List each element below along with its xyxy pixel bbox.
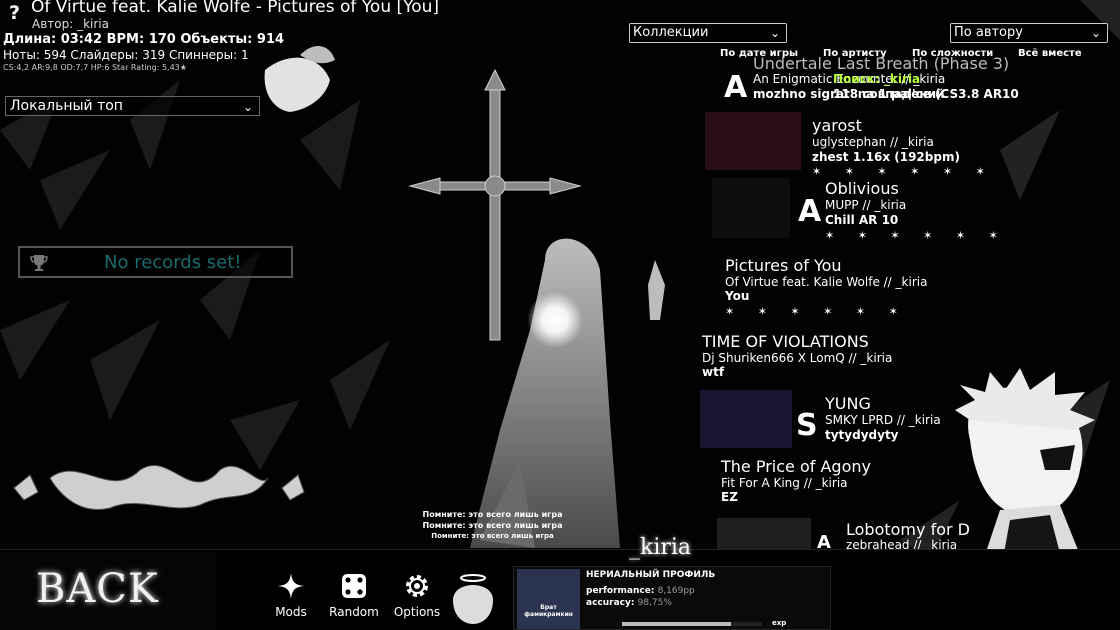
exp-label: exp bbox=[772, 619, 787, 627]
grade-badge: A bbox=[798, 194, 822, 229]
song-stats-length: Длина: 03:42 BPM: 170 Объекты: 914 bbox=[3, 32, 285, 47]
leaderboard-type-value: Локальный топ bbox=[10, 98, 123, 114]
no-records-text: No records set! bbox=[104, 252, 242, 273]
random-label: Random bbox=[329, 605, 379, 619]
reminder-text: Помните: это всего лишь игра bbox=[422, 521, 563, 530]
song-title: Of Virtue feat. Kalie Wolfe - Pictures o… bbox=[31, 0, 440, 17]
reminder-text: Помните: это всего лишь игра bbox=[431, 532, 554, 540]
song-item-title: Oblivious bbox=[825, 179, 899, 198]
song-stats-difficulty: CS:4,2 AR:9,8 OD:7,7 HP:6 Star Rating: 5… bbox=[3, 63, 187, 72]
help-icon[interactable]: ? bbox=[9, 2, 20, 24]
accuracy-label: accuracy: bbox=[586, 598, 635, 608]
song-list-item[interactable]: S YUNG SMKY LPRD // _kiria tytydydyty bbox=[700, 390, 1120, 452]
mods-label: Mods bbox=[275, 605, 307, 619]
collections-dropdown[interactable]: Коллекции ⌄ bbox=[629, 23, 787, 43]
mods-button[interactable]: Mods bbox=[261, 572, 321, 619]
song-item-title: Pictures of You bbox=[725, 256, 842, 275]
back-button-label[interactable]: BACK bbox=[36, 566, 159, 612]
song-list-item[interactable]: A Oblivious MUPP // _kiria Chill AR 10 ✶… bbox=[712, 176, 1120, 242]
song-item-title: yarost bbox=[812, 116, 862, 135]
avatar-caption: Брат фамикрамкин bbox=[524, 604, 573, 618]
reminder-text: Помните: это всего лишь игра bbox=[422, 510, 563, 519]
song-item-title: Lobotomy for D bbox=[846, 520, 970, 539]
chevron-down-icon: ⌄ bbox=[1090, 26, 1101, 40]
accuracy-value: 98,75% bbox=[637, 598, 672, 608]
grade-badge: S bbox=[796, 408, 818, 443]
song-list-item[interactable]: A Lobotomy for D zebrahead // _kiria bbox=[717, 516, 1120, 553]
gear-icon bbox=[406, 575, 428, 597]
song-item-artist: Fit For A King // _kiria bbox=[721, 476, 848, 490]
song-stats-objects: Ноты: 594 Слайдеры: 319 Спиннеры: 1 bbox=[3, 48, 249, 62]
search-query: Поиск: _kiria bbox=[833, 72, 921, 86]
song-item-title: The Price of Agony bbox=[721, 457, 871, 476]
exp-progress-bar bbox=[622, 622, 762, 626]
difficulty-stars: ✶ ✶ ✶ ✶ ✶ ✶ bbox=[725, 305, 908, 318]
song-item-artist: MUPP // _kiria bbox=[825, 198, 907, 212]
song-item-artist: SMKY LPRD // _kiria bbox=[825, 413, 941, 427]
song-item-difficulty: Chill AR 10 bbox=[825, 213, 899, 227]
song-item-difficulty: wtf bbox=[702, 365, 725, 379]
profile-name: НЕРИАЛЬНЫЙ ПРОФИЛЬ bbox=[586, 570, 716, 580]
chevron-down-icon: ⌄ bbox=[242, 100, 253, 114]
song-list-item[interactable]: yarost uglystephan // _kiria zhest 1.16x… bbox=[705, 110, 1120, 178]
song-item-difficulty: You bbox=[725, 289, 750, 303]
sort-dropdown[interactable]: По автору ⌄ bbox=[950, 23, 1108, 43]
angel-mascot-icon[interactable] bbox=[447, 570, 499, 626]
song-item-difficulty: zhest 1.16x (192bpm) bbox=[812, 150, 960, 164]
leaderboard-type-dropdown[interactable]: Локальный топ ⌄ bbox=[5, 96, 260, 116]
user-profile-card[interactable]: Брат фамикрамкин НЕРИАЛЬНЫЙ ПРОФИЛЬ perf… bbox=[513, 566, 831, 630]
chevron-down-icon: ⌄ bbox=[769, 26, 780, 40]
song-item-title: TIME OF VIOLATIONS bbox=[702, 332, 869, 351]
dice-icon bbox=[342, 574, 366, 598]
avatar bbox=[517, 569, 580, 629]
performance-stat: performance: 8,169pp bbox=[586, 586, 695, 596]
song-thumbnail bbox=[705, 112, 801, 170]
options-label: Options bbox=[393, 605, 441, 619]
difficulty-stars: ✶ ✶ ✶ ✶ ✶ ✶ bbox=[825, 229, 1008, 242]
song-item-title: Undertale Last Breath (Phase 3) bbox=[753, 54, 1010, 73]
sparkle-icon bbox=[278, 573, 304, 599]
song-list-item-selected[interactable]: Pictures of You Of Virtue feat. Kalie Wo… bbox=[620, 250, 1120, 322]
collections-value: Коллекции bbox=[633, 25, 709, 40]
search-result-count: 118 совпадений bbox=[833, 87, 945, 101]
song-item-artist: Of Virtue feat. Kalie Wolfe // _kiria bbox=[725, 275, 928, 289]
song-list-item[interactable]: The Price of Agony Fit For A King // _ki… bbox=[700, 455, 1120, 511]
no-records-panel: No records set! bbox=[18, 246, 293, 278]
song-list-item[interactable]: TIME OF VIOLATIONS Dj Shuriken666 X LomQ… bbox=[700, 330, 1120, 382]
performance-label: performance: bbox=[586, 586, 655, 596]
song-thumbnail bbox=[712, 178, 790, 238]
exp-progress-fill bbox=[622, 622, 732, 626]
trophy-icon bbox=[30, 255, 48, 271]
accuracy-stat: accuracy: 98,75% bbox=[586, 598, 672, 608]
song-item-artist: uglystephan // _kiria bbox=[812, 135, 934, 149]
song-item-title: YUNG bbox=[825, 394, 871, 413]
song-thumbnail bbox=[717, 518, 811, 550]
song-author: Автор: _kiria bbox=[32, 17, 109, 31]
song-thumbnail bbox=[700, 390, 792, 448]
options-button[interactable]: Options bbox=[387, 572, 447, 619]
random-button[interactable]: Random bbox=[324, 572, 384, 619]
song-item-difficulty: EZ bbox=[721, 490, 738, 504]
song-item-artist: Dj Shuriken666 X LomQ // _kiria bbox=[702, 351, 893, 365]
performance-value: 8,169pp bbox=[657, 586, 695, 596]
username: _kiria bbox=[629, 535, 692, 560]
sort-value: По автору bbox=[954, 25, 1023, 40]
grade-badge: A bbox=[724, 70, 748, 105]
song-item-difficulty: tytydydyty bbox=[825, 428, 899, 442]
